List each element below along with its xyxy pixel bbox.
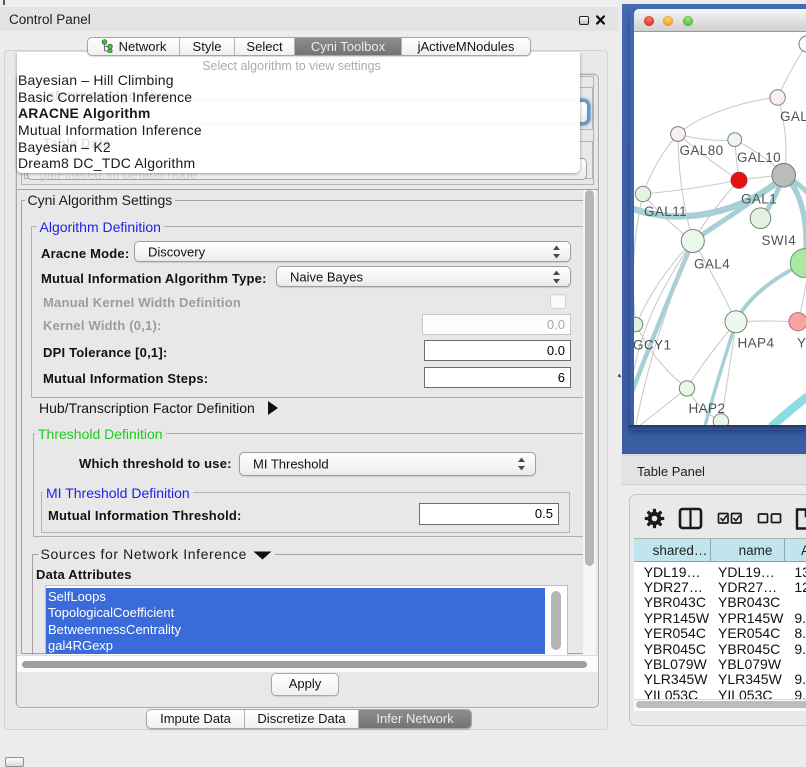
svg-text:GAL4: GAL4 bbox=[694, 257, 730, 272]
svg-text:GAL10: GAL10 bbox=[737, 150, 781, 165]
svg-text:SWI4: SWI4 bbox=[762, 233, 797, 248]
svg-text:HAP4: HAP4 bbox=[738, 336, 775, 351]
svg-text:GAL2: GAL2 bbox=[780, 109, 806, 124]
svg-text:Y: Y bbox=[797, 336, 806, 351]
svg-text:GAL1: GAL1 bbox=[741, 192, 777, 207]
svg-text:GAL11: GAL11 bbox=[644, 204, 687, 219]
svg-text:GAL80: GAL80 bbox=[680, 143, 724, 158]
svg-text:HAP2: HAP2 bbox=[689, 401, 726, 416]
svg-text:GCY1: GCY1 bbox=[634, 338, 671, 353]
